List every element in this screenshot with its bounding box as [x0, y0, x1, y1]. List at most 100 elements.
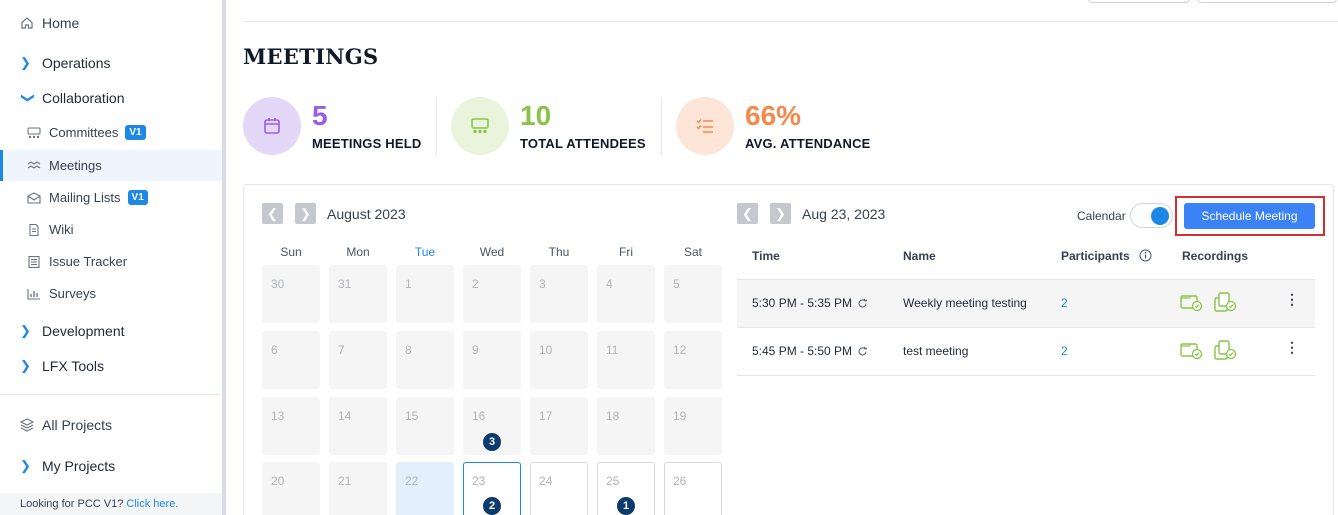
transcript-icon[interactable]	[1214, 292, 1238, 312]
meeting-name[interactable]: test meeting	[903, 344, 968, 358]
video-recording-icon[interactable]	[1180, 292, 1204, 312]
top-button-2[interactable]	[1197, 0, 1337, 3]
day-number: 9	[472, 343, 479, 357]
sidebar-section-lfx-tools[interactable]: ❯ LFX Tools	[20, 358, 104, 374]
calendar-day[interactable]: 8	[396, 331, 454, 389]
calendar-day[interactable]: 9	[463, 331, 521, 389]
transcript-icon[interactable]	[1214, 340, 1238, 360]
sidebar-item-home[interactable]: Home	[20, 15, 79, 31]
calendar-day[interactable]: 1	[396, 265, 454, 323]
calendar-day[interactable]: 7	[329, 331, 387, 389]
sidebar-item-committees[interactable]: Committees V1	[0, 117, 222, 148]
sidebar-section-my-projects[interactable]: ❯ My Projects	[20, 458, 115, 474]
more-options-icon[interactable]: ⋮	[1285, 340, 1299, 354]
calendar-day[interactable]: 20	[262, 462, 320, 515]
meeting-count-badge: 2	[483, 497, 501, 515]
day-number: 17	[539, 409, 553, 423]
info-icon[interactable]	[1139, 249, 1152, 262]
day-number: 12	[673, 343, 687, 357]
stat-meetings-held: 5 MEETINGS HELD	[243, 97, 422, 155]
sidebar-item-label: Surveys	[49, 286, 96, 301]
chevron-right-icon: ❯	[20, 458, 31, 473]
participants-count-link[interactable]: 2	[1061, 344, 1068, 358]
prev-month-button[interactable]: ❮	[262, 203, 283, 224]
calendar-day[interactable]: 17	[530, 397, 588, 455]
day-number: 5	[673, 277, 680, 291]
calendar-day[interactable]: 3	[530, 265, 588, 323]
sidebar-section-collaboration[interactable]: ❯ Collaboration	[20, 90, 125, 106]
calendar-day[interactable]: 26	[664, 462, 722, 515]
attendees-icon	[451, 97, 509, 155]
day-number: 10	[539, 343, 553, 357]
sidebar-section-development[interactable]: ❯ Development	[20, 323, 125, 339]
calendar-day[interactable]: 22	[396, 462, 454, 515]
stat-avg-attendance: 66% AVG. ATTENDANCE	[676, 97, 871, 155]
day-number: 14	[338, 409, 352, 423]
day-number: 3	[539, 277, 546, 291]
calendar-day[interactable]: 15	[396, 397, 454, 455]
checklist-icon	[676, 97, 734, 155]
next-day-button[interactable]: ❯	[770, 203, 791, 224]
day-number: 15	[405, 409, 419, 423]
meeting-name[interactable]: Weekly meeting testing	[903, 296, 1027, 310]
sidebar-item-surveys[interactable]: Surveys	[0, 278, 222, 309]
calendar-day[interactable]: 4	[597, 265, 655, 323]
highlight-box	[1175, 196, 1325, 236]
day-of-week-header: Sun	[280, 245, 302, 259]
sidebar-item-wiki[interactable]: Wiki	[0, 214, 222, 245]
sidebar-section-label: LFX Tools	[42, 358, 104, 374]
calendar-day[interactable]: 23 2	[463, 462, 521, 515]
calendar-day[interactable]: 5	[664, 265, 722, 323]
calendar-toggle-label: Calendar	[1077, 209, 1126, 223]
col-header-participants: Participants	[1061, 249, 1130, 263]
calendar-day[interactable]: 30	[262, 265, 320, 323]
day-number: 13	[271, 409, 285, 423]
calendar-day[interactable]: 24	[530, 462, 588, 515]
chevron-right-icon: ❯	[20, 358, 31, 373]
calendar-day[interactable]: 14	[329, 397, 387, 455]
sidebar-item-all-projects[interactable]: All Projects	[20, 417, 112, 433]
next-month-button[interactable]: ❯	[295, 203, 316, 224]
more-options-icon[interactable]: ⋮	[1285, 292, 1299, 306]
calendar-day[interactable]: 31	[329, 265, 387, 323]
day-number: 16	[472, 409, 486, 423]
day-number: 8	[405, 343, 412, 357]
calendar-day[interactable]: 10	[530, 331, 588, 389]
pcc-v1-link[interactable]: Click here.	[126, 498, 178, 510]
sidebar: Home ❯ Operations ❯ Collaboration Commit…	[0, 0, 226, 515]
selected-date-label: Aug 23, 2023	[802, 206, 886, 222]
sidebar-item-label: Wiki	[49, 222, 74, 237]
sidebar-item-meetings[interactable]: Meetings	[0, 150, 222, 181]
list-icon	[28, 255, 40, 268]
recurring-icon	[858, 298, 868, 307]
calendar-day[interactable]: 19	[664, 397, 722, 455]
calendar-day[interactable]: 13	[262, 397, 320, 455]
calendar-day[interactable]: 18	[597, 397, 655, 455]
participants-count-link[interactable]: 2	[1061, 296, 1068, 310]
top-button-1[interactable]	[1088, 0, 1190, 3]
meeting-time-text: 5:30 PM - 5:35 PM	[752, 296, 853, 310]
calendar-day[interactable]: 16 3	[463, 397, 521, 455]
sidebar-section-operations[interactable]: ❯ Operations	[20, 55, 110, 71]
prev-day-button[interactable]: ❮	[737, 203, 758, 224]
day-number: 21	[338, 474, 352, 488]
day-number: 20	[271, 474, 285, 488]
stat-label: MEETINGS HELD	[312, 135, 422, 151]
stat-label: TOTAL ATTENDEES	[520, 135, 646, 151]
video-recording-icon[interactable]	[1180, 340, 1204, 360]
document-icon	[29, 223, 39, 236]
calendar-toggle[interactable]	[1130, 203, 1173, 228]
calendar-day[interactable]: 2	[463, 265, 521, 323]
calendar-day[interactable]: 11	[597, 331, 655, 389]
day-number: 2	[472, 277, 479, 291]
calendar-day[interactable]: 12	[664, 331, 722, 389]
day-number: 1	[405, 277, 412, 291]
calendar-day[interactable]: 25 1	[597, 462, 655, 515]
toggle-knob	[1151, 207, 1169, 225]
day-number: 26	[673, 474, 687, 488]
sidebar-item-mailing-lists[interactable]: Mailing Lists V1	[0, 182, 222, 213]
calendar-day[interactable]: 21	[329, 462, 387, 515]
calendar-day[interactable]: 6	[262, 331, 320, 389]
header-divider	[243, 21, 1338, 22]
sidebar-item-issue-tracker[interactable]: Issue Tracker	[0, 246, 222, 277]
